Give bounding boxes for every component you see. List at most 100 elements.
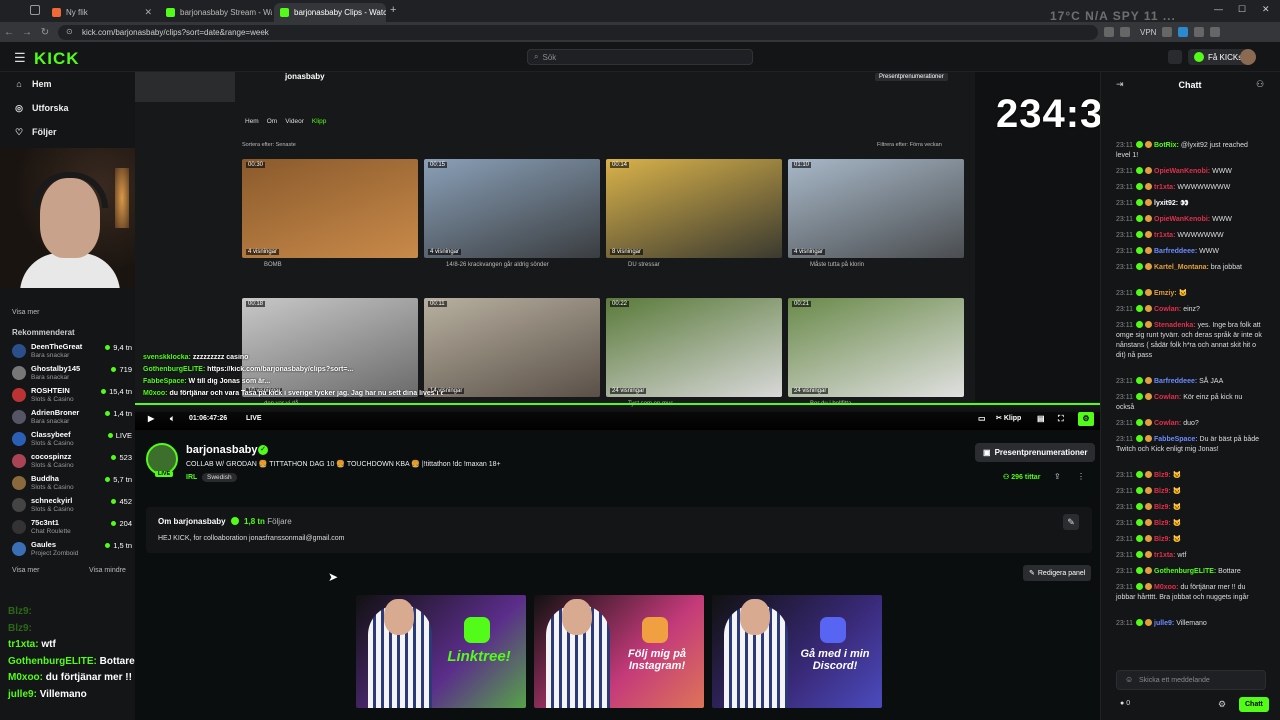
chat-message[interactable]: 23:11 M0xoo: du förtjänar mer !! du jobba… bbox=[1116, 583, 1262, 603]
gift-subs-button[interactable]: ▣ Presentprenumerationer bbox=[975, 443, 1096, 462]
settings-icon[interactable]: ⚙ bbox=[1078, 412, 1094, 426]
chat-username[interactable]: Kartel_Montana: bbox=[1154, 264, 1209, 271]
minimize-button[interactable]: — bbox=[1214, 4, 1223, 14]
chat-username[interactable]: Cowlan: bbox=[1154, 306, 1181, 313]
chat-username[interactable]: M0xoo: bbox=[1154, 584, 1179, 591]
play-icon[interactable]: ▶ bbox=[148, 414, 154, 423]
chat-message[interactable]: 23:11 lyxit92: 👀 bbox=[1116, 199, 1262, 209]
chat-username[interactable]: Emziy: bbox=[1154, 290, 1177, 297]
chat-users-icon[interactable]: ⚇ bbox=[1256, 79, 1264, 90]
forward-icon[interactable]: → bbox=[18, 27, 36, 38]
profile-icon[interactable] bbox=[1210, 27, 1221, 37]
chat-username[interactable]: Cowlan: bbox=[1154, 420, 1181, 427]
chat-username[interactable]: tr1xta: bbox=[1154, 232, 1175, 239]
chat-message[interactable]: 23:11 tr1xta: WWWWWWW bbox=[1116, 231, 1262, 241]
chat-message[interactable]: 23:11 Barfreddeee: WWW bbox=[1116, 247, 1262, 257]
chat-message[interactable]: 23:11 Blz9: 🐱 bbox=[1116, 471, 1262, 481]
chat-username[interactable]: tr1xta: bbox=[1154, 552, 1175, 559]
reload-icon[interactable]: ↻ bbox=[36, 27, 54, 38]
clip-button[interactable]: ✂ Klipp bbox=[996, 414, 1021, 422]
extension-icon[interactable] bbox=[1104, 27, 1114, 37]
video-player[interactable]: jonasbaby Hem Om Videor Klipp Sortera efter… bbox=[135, 72, 1100, 430]
url-input[interactable]: ⊙ kick.com/barjonasbaby/clips?sort=date&… bbox=[58, 24, 1098, 40]
more-options-icon[interactable]: ⋮ bbox=[1077, 472, 1085, 481]
chat-message[interactable]: 23:11 tr1xta: WWWWWWWW bbox=[1116, 183, 1262, 193]
sidebar-item-following[interactable]: ♡ Följer bbox=[14, 124, 57, 140]
chat-username[interactable]: Blz9: bbox=[1154, 504, 1171, 511]
streamer-name[interactable]: barjonasbaby bbox=[186, 444, 258, 456]
show-more-following[interactable]: Visa mer bbox=[12, 309, 40, 316]
fullscreen-icon[interactable]: ⛶ bbox=[1058, 414, 1064, 424]
chat-message[interactable]: 23:11 Blz9: 🐱 bbox=[1116, 487, 1262, 497]
chat-settings-icon[interactable]: ⚙ bbox=[1218, 699, 1226, 710]
chat-message[interactable]: 23:11 Cowlan: Kör einz på kick nu också bbox=[1116, 393, 1262, 413]
chat-message[interactable]: 23:11 Emziy: 🐱 bbox=[1116, 289, 1262, 299]
chat-username[interactable]: Blz9: bbox=[1154, 488, 1171, 495]
chat-username[interactable]: tr1xta: bbox=[1154, 184, 1175, 191]
sidebar-channel[interactable]: schneckyirl Slots & Casino 452 bbox=[12, 496, 132, 518]
sidebar-channel[interactable]: Classybeef Slots & Casino LIVE bbox=[12, 430, 132, 452]
chat-message[interactable]: 23:11 Blz9: 🐱 bbox=[1116, 503, 1262, 513]
tab-close-icon[interactable]: ✕ bbox=[144, 7, 152, 18]
show-more-button[interactable]: Visa mer bbox=[12, 567, 40, 574]
back-icon[interactable]: ← bbox=[0, 27, 18, 38]
tab-actions-icon[interactable] bbox=[30, 5, 40, 15]
chat-message[interactable]: 23:11 FabbeSpace: Du är bäst på både Twit… bbox=[1116, 435, 1262, 455]
chat-message[interactable]: 23:11 GothenburgELITE: Bottare bbox=[1116, 567, 1262, 577]
sidebar-channel[interactable]: ROSHTEIN Slots & Casino 15,4 tn bbox=[12, 386, 132, 408]
show-less-button[interactable]: Visa mindre bbox=[89, 567, 126, 574]
chat-message[interactable]: 23:11 OpieWanKenobi: WWW bbox=[1116, 167, 1262, 177]
chat-input[interactable]: ☺ Skicka ett meddelande bbox=[1116, 670, 1266, 690]
site-info-icon[interactable]: ⊙ bbox=[66, 27, 73, 36]
sidebar-channel[interactable]: 75c3nt1 Chat Roulette 204 bbox=[12, 518, 132, 540]
chat-message[interactable]: 23:11 Stenadenka: yes. Inge bra folk att … bbox=[1116, 321, 1262, 361]
chat-username[interactable]: OpieWanKenobi: bbox=[1154, 216, 1210, 223]
extension-icon[interactable] bbox=[1120, 27, 1130, 37]
extension-icon[interactable] bbox=[1162, 27, 1173, 37]
chat-username[interactable]: GothenburgELITE: bbox=[1154, 568, 1216, 575]
search-input[interactable]: ⌕ Sök bbox=[527, 49, 753, 65]
miniplayer-icon[interactable]: ▤ bbox=[1037, 414, 1045, 423]
chat-username[interactable]: julle9: bbox=[1154, 620, 1174, 627]
channel-panel[interactable]: Gå med i min Discord! bbox=[712, 595, 882, 708]
chat-username[interactable]: lyxit92: bbox=[1154, 200, 1178, 207]
chat-username[interactable]: Stenadenka: bbox=[1154, 322, 1196, 329]
chat-message[interactable]: 23:11 Cowlan: duo? bbox=[1116, 419, 1262, 429]
edit-panels-button[interactable]: ✎ Redigera panel bbox=[1023, 565, 1092, 581]
chat-message[interactable]: 23:11 Barfreddeee: SÅ JAA bbox=[1116, 377, 1262, 387]
share-icon[interactable]: ⇪ bbox=[1054, 472, 1061, 481]
chat-username[interactable]: FabbeSpace: bbox=[1154, 436, 1198, 443]
stream-category[interactable]: IRL bbox=[186, 474, 197, 481]
dashboard-icon[interactable] bbox=[1168, 50, 1182, 64]
chat-send-button[interactable]: Chatt bbox=[1239, 697, 1269, 712]
extension-icon[interactable] bbox=[1178, 27, 1189, 37]
browser-tab-2[interactable]: barjonasbaby Stream - Watch Live on Kick… bbox=[160, 3, 272, 22]
sidebar-channel[interactable]: cocospinzz Slots & Casino 523 bbox=[12, 452, 132, 474]
browser-tab-3-active[interactable]: barjonasbaby Clips - Watch Live on Kick … bbox=[274, 3, 386, 22]
emote-icon[interactable]: ☺ bbox=[1125, 675, 1133, 684]
chat-username[interactable]: Blz9: bbox=[1154, 520, 1171, 527]
vpn-button[interactable]: VPN bbox=[1140, 28, 1156, 37]
kick-logo[interactable]: KICK bbox=[34, 49, 80, 69]
chat-message[interactable]: 23:11 OpieWanKenobi: WWW bbox=[1116, 215, 1262, 225]
language-tag[interactable]: Swedish bbox=[202, 473, 237, 482]
channel-panel[interactable]: Linktree! bbox=[356, 595, 526, 708]
chat-username[interactable]: BotRix: bbox=[1154, 142, 1179, 149]
theater-mode-icon[interactable]: ▭ bbox=[978, 414, 986, 423]
chat-message[interactable]: 23:11 Cowlan: einz? bbox=[1116, 305, 1262, 315]
menu-icon[interactable]: ☰ bbox=[14, 50, 26, 66]
chat-message[interactable]: 23:11 BotRix: @lyxit92 just reached level… bbox=[1116, 141, 1262, 161]
extension-icon[interactable] bbox=[1194, 27, 1205, 37]
chat-username[interactable]: Cowlan: bbox=[1154, 394, 1181, 401]
new-tab-button[interactable]: + bbox=[390, 4, 396, 16]
sidebar-channel[interactable]: DeenTheGreat Bara snackar 9,4 tn bbox=[12, 342, 132, 364]
chat-username[interactable]: Blz9: bbox=[1154, 536, 1171, 543]
chat-username[interactable]: Barfreddeee: bbox=[1154, 378, 1197, 385]
chat-username[interactable]: OpieWanKenobi: bbox=[1154, 168, 1210, 175]
sidebar-channel[interactable]: Gaules Project Zomboid 1,5 tn bbox=[12, 540, 132, 562]
chat-message[interactable]: 23:11 Blz9: 🐱 bbox=[1116, 519, 1262, 529]
player-progress-bar[interactable] bbox=[135, 403, 1100, 405]
chat-message[interactable]: 23:11 Kartel_Montana: bra jobbat bbox=[1116, 263, 1262, 273]
sidebar-channel[interactable]: AdrienBroner Bara snackar 1,4 tn bbox=[12, 408, 132, 430]
sidebar-channel[interactable]: Buddha Slots & Casino 5,7 tn bbox=[12, 474, 132, 496]
